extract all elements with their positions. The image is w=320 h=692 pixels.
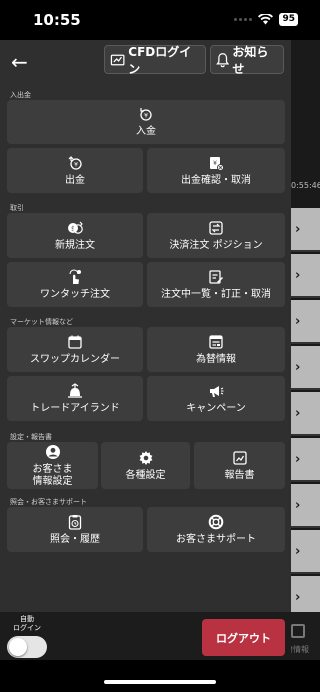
new-order-label: 新規注文 bbox=[55, 239, 95, 251]
chevron-right-icon: › bbox=[295, 314, 301, 329]
one-touch-icon bbox=[67, 268, 83, 285]
section-label-support: 照会・お客さまサポート bbox=[10, 498, 87, 506]
chevron-right-icon: › bbox=[295, 544, 301, 559]
signal-icon bbox=[234, 18, 253, 21]
withdraw-confirm-icon: ¥ bbox=[208, 155, 224, 171]
megaphone-icon bbox=[208, 383, 224, 399]
chevron-right-icon: › bbox=[295, 406, 301, 421]
svg-text:¥: ¥ bbox=[144, 113, 148, 120]
account-icon bbox=[45, 444, 61, 460]
chevron-right-icon: › bbox=[295, 360, 301, 375]
bell-icon bbox=[216, 52, 230, 67]
background-row: › bbox=[291, 438, 320, 482]
customer-info-label: お客さま 情報設定 bbox=[32, 463, 73, 487]
withdraw-icon: ¥ bbox=[67, 155, 83, 171]
settle-order-icon bbox=[208, 220, 224, 236]
settings-label: 各種設定 bbox=[125, 469, 166, 481]
swap-calendar-label: スワップカレンダー bbox=[30, 353, 120, 365]
deposit-button[interactable]: ¥ 入金 bbox=[7, 100, 285, 144]
auto-login-toggle[interactable] bbox=[7, 636, 47, 658]
drawer-footer: 自動 ログイン ログアウト bbox=[0, 612, 291, 660]
deposit-icon: ¥ bbox=[138, 106, 154, 122]
side-menu-drawer: ← CFDログイン お知らせ 入出金 ¥ 入金 ¥ 出金 ¥ 出金確認・取消 取… bbox=[0, 40, 291, 652]
chevron-right-icon: › bbox=[295, 498, 301, 513]
customer-info-button[interactable]: お客さま 情報設定 bbox=[7, 442, 98, 489]
background-row: › bbox=[291, 346, 320, 390]
calculator-icon bbox=[291, 624, 305, 638]
settle-order-button[interactable]: 決済注文 ポジション bbox=[147, 213, 285, 258]
toggle-knob bbox=[9, 638, 27, 656]
background-row: › bbox=[291, 484, 320, 528]
section-label-market: マーケット情報など bbox=[10, 318, 73, 326]
campaign-label: キャンペーン bbox=[186, 402, 246, 414]
auto-login-label: 自動 ログイン bbox=[13, 615, 41, 632]
fx-info-icon bbox=[208, 334, 224, 350]
fx-info-label: 為替情報 bbox=[196, 353, 236, 365]
calendar-icon bbox=[67, 334, 83, 350]
news-button[interactable]: お知らせ bbox=[210, 44, 284, 76]
new-order-icon: $ bbox=[67, 220, 83, 236]
trade-island-button[interactable]: トレードアイランド bbox=[7, 376, 143, 421]
history-icon bbox=[67, 514, 83, 530]
withdraw-confirm-button[interactable]: ¥ 出金確認・取消 bbox=[147, 148, 285, 193]
home-area bbox=[0, 660, 320, 692]
withdraw-button[interactable]: ¥ 出金 bbox=[7, 148, 143, 193]
gear-icon bbox=[138, 450, 154, 466]
cfd-login-button[interactable]: CFDログイン bbox=[104, 44, 206, 76]
report-icon bbox=[232, 450, 248, 466]
svg-text:¥: ¥ bbox=[74, 161, 78, 168]
background-row: › bbox=[291, 530, 320, 574]
chevron-right-icon: › bbox=[295, 590, 301, 605]
inquiry-history-button[interactable]: 照会・履歴 bbox=[7, 507, 143, 552]
battery-indicator: 95 bbox=[279, 13, 298, 26]
deposit-label: 入金 bbox=[136, 126, 156, 137]
trade-island-icon bbox=[67, 382, 83, 399]
one-touch-order-button[interactable]: ワンタッチ注文 bbox=[7, 262, 143, 307]
home-indicator[interactable] bbox=[104, 680, 216, 684]
new-order-button[interactable]: $ 新規注文 bbox=[7, 213, 143, 258]
background-row: › bbox=[291, 208, 320, 252]
withdraw-label: 出金 bbox=[65, 174, 85, 186]
cfd-icon bbox=[110, 54, 125, 65]
lifebuoy-icon bbox=[208, 514, 224, 530]
wifi-icon bbox=[258, 14, 274, 25]
report-button[interactable]: 報告書 bbox=[194, 442, 285, 489]
section-label-deposit: 入出金 bbox=[10, 91, 31, 99]
background-row: › bbox=[291, 392, 320, 436]
logout-button[interactable]: ログアウト bbox=[202, 619, 285, 656]
cfd-login-label: CFDログイン bbox=[128, 44, 192, 76]
chevron-right-icon: › bbox=[295, 222, 301, 237]
report-label: 報告書 bbox=[224, 469, 255, 481]
order-list-button[interactable]: 注文中一覧・訂正・取消 bbox=[147, 262, 285, 307]
background-time: 0:55:46 bbox=[291, 181, 320, 190]
svg-text:¥: ¥ bbox=[213, 160, 217, 167]
section-label-trade: 取引 bbox=[10, 204, 24, 212]
order-list-icon bbox=[208, 269, 224, 285]
fx-info-button[interactable]: 為替情報 bbox=[147, 327, 285, 372]
status-bar: 10:55 95 bbox=[0, 0, 320, 40]
trade-island-label: トレードアイランド bbox=[30, 402, 120, 414]
withdraw-confirm-label: 出金確認・取消 bbox=[181, 174, 251, 186]
section-label-settings: 設定・報告書 bbox=[10, 433, 52, 441]
inquiry-history-label: 照会・履歴 bbox=[50, 533, 100, 545]
settle-order-label: 決済注文 ポジション bbox=[169, 239, 263, 251]
swap-calendar-button[interactable]: スワップカレンダー bbox=[7, 327, 143, 372]
background-row: › bbox=[291, 254, 320, 298]
status-icons: 95 bbox=[234, 13, 298, 26]
back-arrow-icon[interactable]: ← bbox=[11, 50, 28, 74]
one-touch-label: ワンタッチ注文 bbox=[40, 288, 110, 300]
news-label: お知らせ bbox=[232, 44, 269, 76]
campaign-button[interactable]: キャンペーン bbox=[147, 376, 285, 421]
settings-button[interactable]: 各種設定 bbox=[101, 442, 190, 489]
chevron-right-icon: › bbox=[295, 452, 301, 467]
customer-support-label: お客さまサポート bbox=[176, 533, 256, 545]
order-list-label: 注文中一覧・訂正・取消 bbox=[161, 288, 271, 300]
chevron-right-icon: › bbox=[295, 268, 301, 283]
background-row: › bbox=[291, 300, 320, 344]
status-time: 10:55 bbox=[33, 11, 81, 29]
customer-support-button[interactable]: お客さまサポート bbox=[147, 507, 285, 552]
